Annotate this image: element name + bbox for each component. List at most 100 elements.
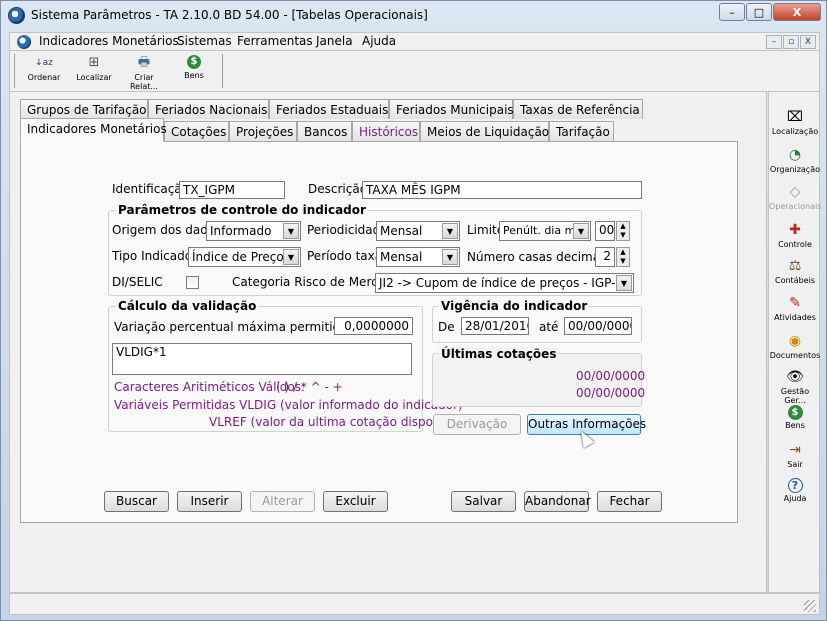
help-icon: ? — [787, 478, 803, 493]
toolbar-ordenar[interactable]: ↓az Ordenar — [20, 55, 68, 89]
sidebar-item-operacionais[interactable]: ◇ Operacionais — [769, 183, 821, 211]
periodo-taxa-value: Mensal — [380, 250, 423, 264]
sidebar-item-organizacao[interactable]: ◔ Organização — [769, 146, 821, 174]
location-icon: ⌧ — [786, 109, 804, 125]
sidebar-item-contabeis[interactable]: ⚖ Contábeis — [769, 257, 821, 285]
chevron-down-icon[interactable]: ▼ — [283, 249, 299, 265]
tab-feriados-municipais[interactable]: Feriados Municipais — [389, 99, 514, 119]
tab-projecoes[interactable]: Projeções — [229, 121, 297, 141]
sidebar-item-label: Controle — [778, 240, 812, 249]
management-icon: 👁 — [786, 369, 804, 385]
menu-ajuda[interactable]: Ajuda — [362, 34, 396, 48]
periodo-taxa-select[interactable]: Mensal ▼ — [376, 247, 460, 267]
chevron-down-icon[interactable]: ▼ — [283, 223, 299, 239]
resize-grip-icon[interactable] — [804, 600, 816, 612]
chevron-down-icon[interactable]: ▼ — [573, 223, 589, 239]
periodicidade-select[interactable]: Mensal ▼ — [376, 221, 460, 241]
exit-icon: ⇥ — [789, 442, 801, 458]
variacao-input[interactable]: 0,0000000 — [334, 317, 413, 335]
tab-indicadores-monetarios[interactable]: Indicadores Monetários — [20, 118, 167, 142]
organization-icon: ◔ — [788, 147, 802, 163]
casas-decimais-spinner[interactable]: ▲ ▼ — [616, 247, 630, 267]
mdi-app-icon[interactable] — [17, 35, 31, 49]
control-icon: ✚ — [789, 222, 801, 238]
origem-select[interactable]: Informado ▼ — [206, 221, 301, 241]
tab-feriados-estaduais[interactable]: Feriados Estaduais — [269, 99, 389, 119]
descricao-input[interactable]: TAXA MÊS IGPM — [362, 181, 642, 199]
identificacao-label: Identificação — [112, 182, 189, 196]
de-date-input[interactable]: 28/01/2016 — [461, 317, 529, 335]
mdi-minimize-button[interactable]: – — [766, 35, 782, 49]
sidebar-item-gestao[interactable]: 👁 Gestão Ger... — [769, 368, 821, 405]
toolbar-criar-relat[interactable]: 🖶 Criar Relat... — [120, 55, 168, 91]
calculo-group-title: Cálculo da validação — [116, 299, 259, 313]
menu-indicadores[interactable]: Indicadores Monetários — [39, 34, 179, 48]
tab-cotacoes[interactable]: Cotações — [164, 121, 229, 141]
locate-icon: ⊞ — [88, 55, 100, 70]
toolbar-bens[interactable]: $ Bens — [170, 55, 218, 89]
chevron-down-icon[interactable]: ▼ — [616, 275, 632, 291]
casas-decimais-input[interactable]: 2 — [595, 247, 615, 267]
inserir-button[interactable]: Inserir — [177, 491, 242, 512]
toolbar-criar-relat-label: Criar Relat... — [129, 73, 158, 91]
salvar-button[interactable]: Salvar — [451, 491, 516, 512]
sidebar-item-label: Localização — [771, 127, 819, 136]
minimize-button[interactable]: – — [719, 3, 745, 21]
chevron-down-icon[interactable]: ▼ — [442, 223, 458, 239]
tab-historicos[interactable]: Históricos — [352, 121, 420, 141]
sidebar-item-atividades[interactable]: ✎ Atividades — [769, 294, 821, 322]
tab-tarifacao[interactable]: Tarifação — [549, 121, 614, 141]
mdi-restore-button[interactable]: ▫ — [783, 35, 799, 49]
identificacao-input[interactable]: TX_IGPM — [179, 181, 285, 199]
money-bag-icon: $ — [787, 405, 803, 420]
sidebar-item-label: Gestão Ger... — [780, 387, 810, 405]
menu-janela[interactable]: Janela — [316, 34, 353, 48]
sidebar-item-localizacao[interactable]: ⌧ Localização — [769, 108, 821, 136]
close-button[interactable]: X — [773, 3, 821, 21]
casas-decimais-label: Número casas decimais — [467, 250, 610, 264]
ultima-cotacao-2: 00/00/0000 — [576, 386, 646, 400]
buscar-button[interactable]: Buscar — [104, 491, 169, 512]
ate-date-input[interactable]: 00/00/0000 — [564, 317, 632, 335]
toolbar-localizar[interactable]: ⊞ Localizar — [70, 55, 118, 89]
scales-icon: ⚖ — [788, 258, 802, 274]
categoria-risco-select[interactable]: JI2 -> Cupom de índice de preços - IGP-M… — [375, 273, 634, 293]
limite-spinner[interactable]: ▲ ▼ — [616, 221, 630, 241]
ultima-cotacao-1: 00/00/0000 — [576, 369, 646, 383]
sidebar-item-bens[interactable]: $ Bens — [769, 405, 821, 430]
money-bag-icon: $ — [187, 55, 201, 69]
tab-grupos-tarifacao[interactable]: Grupos de Tarifação — [20, 99, 148, 119]
tab-taxas-referencia[interactable]: Taxas de Referência — [513, 99, 643, 119]
tipo-indicador-select[interactable]: Índice de Preços ▼ — [188, 247, 301, 267]
ultimas-cotacoes-title: Últimas cotações — [439, 347, 559, 361]
diselic-label: DI/SELIC — [112, 275, 163, 289]
menu-sistemas[interactable]: Sistemas — [177, 34, 232, 48]
sidebar-item-ajuda[interactable]: ? Ajuda — [769, 478, 821, 503]
limite-select[interactable]: Penúlt. dia mês ▼ — [499, 221, 591, 241]
excluir-button[interactable]: Excluir — [323, 491, 388, 512]
abandonar-button[interactable]: Abandonar — [524, 491, 591, 512]
sidebar-item-sair[interactable]: ⇥ Sair — [769, 441, 821, 469]
derivacao-button[interactable]: Derivação — [433, 414, 521, 435]
alterar-button[interactable]: Alterar — [250, 491, 315, 512]
menu-ferramentas[interactable]: Ferramentas — [237, 34, 313, 48]
right-sidebar: ⌧ Localização ◔ Organização ◇ Operaciona… — [768, 91, 821, 593]
formula-textarea[interactable]: VLDIG*1 — [112, 343, 412, 375]
sidebar-item-documentos[interactable]: ◉ Documentos — [769, 332, 821, 360]
toolbar-separator — [222, 54, 223, 88]
tab-meios-liquidacao[interactable]: Meios de Liquidação — [420, 121, 549, 141]
chevron-down-icon[interactable]: ▼ — [442, 249, 458, 265]
diselic-checkbox[interactable] — [186, 276, 199, 289]
limite-number-input[interactable]: 00 — [595, 221, 615, 241]
sidebar-item-controle[interactable]: ✚ Controle — [769, 221, 821, 249]
caracteres-value: ( ) / * ^ - + — [276, 380, 343, 394]
toolbar-ordenar-label: Ordenar — [27, 73, 61, 82]
mdi-close-button[interactable]: X — [800, 35, 816, 49]
fechar-button[interactable]: Fechar — [597, 491, 662, 512]
maximize-button[interactable]: □ — [746, 3, 772, 21]
tab-feriados-nacionais[interactable]: Feriados Nacionais — [148, 99, 269, 119]
tab-bancos[interactable]: Bancos — [297, 121, 352, 141]
main-window: Sistema Parâmetros - TA 2.10.0 BD 54.00 … — [0, 0, 827, 621]
toolbar-grip — [14, 54, 15, 88]
sidebar-item-label: Documentos — [769, 351, 821, 360]
